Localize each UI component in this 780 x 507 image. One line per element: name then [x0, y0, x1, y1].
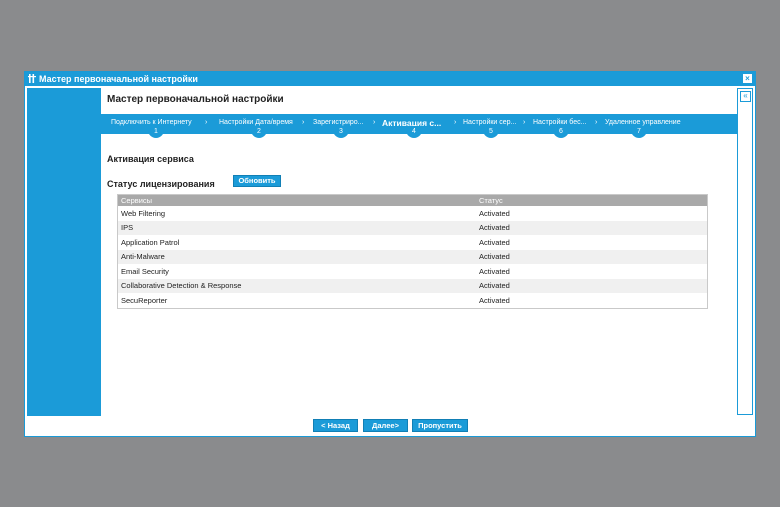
step-progress-bar: Подключить к Интернету › 1 Настройки Дат… — [101, 114, 739, 138]
chevron-right-icon: › — [523, 119, 526, 126]
step-number: 5 — [483, 126, 499, 138]
service-name: SecuReporter — [121, 295, 168, 305]
service-status: Activated — [479, 295, 510, 305]
step-label: Удаленное управление — [605, 119, 681, 126]
window-title: Мастер первоначальной настройки — [39, 74, 198, 84]
service-status: Activated — [476, 249, 708, 264]
side-panel-toggle[interactable]: « — [737, 88, 753, 415]
service-status: Activated — [476, 220, 708, 235]
chevron-right-icon: › — [302, 119, 305, 126]
chevron-right-icon: › — [454, 119, 457, 126]
table-row[interactable]: Collaborative Detection & Response Activa… — [117, 278, 708, 293]
table-row[interactable]: Application Patrol Activated — [118, 235, 708, 250]
step-label: Зарегистриро... — [313, 119, 364, 126]
step-number: 2 — [251, 126, 267, 138]
column-header-services[interactable]: Сервисы — [117, 194, 476, 206]
service-status: Activated — [479, 237, 510, 247]
table-row[interactable]: Anti-Malware Activated — [117, 249, 708, 264]
service-status: Activated — [476, 278, 708, 293]
table-row[interactable]: Email Security Activated — [118, 264, 708, 279]
step-number: 3 — [333, 126, 349, 138]
close-icon[interactable]: × — [743, 74, 752, 83]
double-chevron-left-icon[interactable]: « — [740, 91, 751, 102]
step-label: Настройки Дата/время — [219, 119, 293, 126]
service-name: Web Filtering — [121, 208, 166, 218]
step-label: Настройки сер... — [463, 119, 517, 126]
setup-wizard-window: Мастер первоначальной настройки × Мастер… — [24, 71, 756, 437]
service-name: Application Patrol — [121, 237, 180, 247]
table-row[interactable]: IPS Activated — [117, 220, 708, 235]
table-row[interactable]: Web Filtering Activated — [118, 206, 708, 221]
step-label: Подключить к Интернету — [111, 119, 192, 126]
skip-button[interactable]: Пропустить — [412, 419, 468, 432]
step-number: 4 — [406, 126, 422, 138]
service-name: Collaborative Detection & Response — [117, 278, 476, 293]
table-row[interactable]: SecuReporter Activated — [118, 293, 708, 308]
column-header-status[interactable]: Статус — [476, 194, 708, 206]
license-status-label: Статус лицензирования — [107, 179, 215, 189]
table-header-row: Сервисы Статус — [117, 194, 708, 206]
back-button[interactable]: < Назад — [313, 419, 358, 432]
service-status: Activated — [479, 266, 510, 276]
service-name: Email Security — [121, 266, 169, 276]
service-status: Activated — [479, 208, 510, 218]
chevron-right-icon: › — [595, 119, 598, 126]
chevron-right-icon: › — [205, 119, 208, 126]
step-number: 1 — [148, 126, 164, 138]
services-table: Сервисы Статус Web Filtering Activated IP… — [117, 194, 708, 309]
step-number: 7 — [631, 126, 647, 138]
main-content: Мастер первоначальной настройки Подключи… — [101, 88, 739, 418]
step-label: Настройки бес... — [533, 119, 587, 126]
refresh-button[interactable]: Обновить — [233, 175, 281, 187]
window-titlebar: Мастер первоначальной настройки × — [25, 72, 755, 86]
service-name: Anti-Malware — [117, 249, 476, 264]
service-name: IPS — [117, 220, 476, 235]
wizard-icon — [25, 73, 39, 85]
next-button[interactable]: Далее> — [363, 419, 408, 432]
left-pane — [27, 88, 101, 416]
section-title: Активация сервиса — [107, 154, 194, 164]
chevron-right-icon: › — [373, 119, 376, 126]
step-number: 6 — [553, 126, 569, 138]
page-title: Мастер первоначальной настройки — [107, 94, 284, 105]
